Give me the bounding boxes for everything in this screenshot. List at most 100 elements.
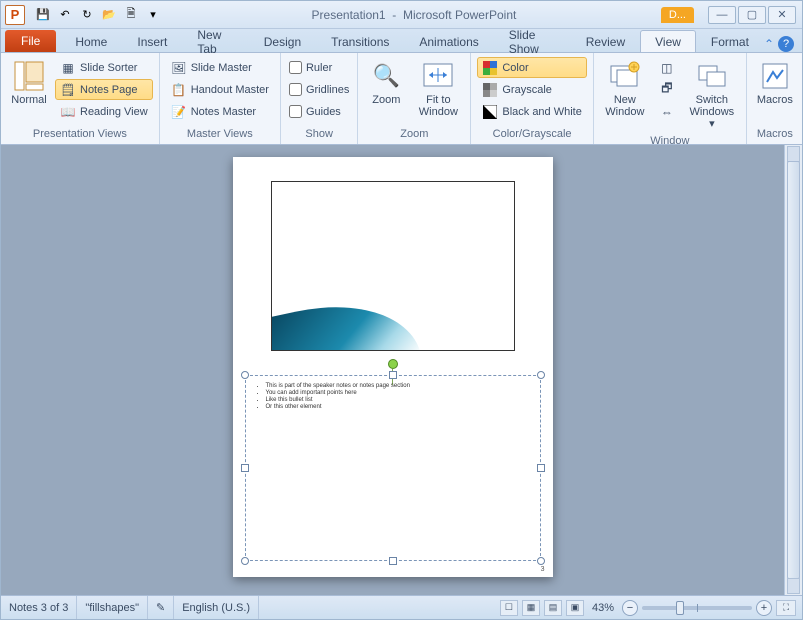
reading-view-button[interactable]: 📖 Reading View [55, 101, 153, 122]
open-file-icon[interactable]: 📂 [99, 5, 119, 25]
sorter-view-shortcut[interactable]: ▦ [522, 600, 540, 616]
tab-transitions[interactable]: Transitions [316, 30, 404, 52]
tab-design[interactable]: Design [249, 30, 316, 52]
move-split-button[interactable]: ⇔ [654, 101, 680, 122]
handout-master-button[interactable]: 📋 Handout Master [166, 79, 274, 100]
arrange-all-button[interactable]: ◫ [654, 57, 680, 78]
gridlines-label: Gridlines [306, 84, 349, 96]
ruler-checkbox[interactable]: Ruler [287, 57, 351, 78]
grayscale-button[interactable]: Grayscale [477, 79, 586, 100]
switch-windows-button[interactable]: Switch Windows ▾ [684, 57, 740, 133]
slide-sorter-icon: ▦ [60, 60, 76, 76]
work-area: This is part of the speaker notes or not… [1, 145, 802, 595]
macros-button[interactable]: Macros [753, 57, 797, 126]
group-label-macros: Macros [753, 126, 797, 140]
notes-page-icon: 🗒 [60, 82, 76, 98]
contextual-tool-tab[interactable]: D... [661, 7, 694, 23]
ruler-label: Ruler [306, 62, 332, 74]
zoom-in-button[interactable]: + [756, 600, 772, 616]
black-white-button[interactable]: Black and White [477, 101, 586, 122]
notes-master-button[interactable]: 📝 Notes Master [166, 101, 274, 122]
zoom-percent[interactable]: 43% [592, 602, 614, 614]
handout-master-label: Handout Master [191, 84, 269, 96]
group-label-presentation-views: Presentation Views [7, 126, 153, 140]
help-icon[interactable]: ? [778, 36, 794, 52]
fit-to-window-shortcut[interactable]: ⛶ [776, 600, 796, 616]
guides-checkbox[interactable]: Guides [287, 101, 351, 122]
tab-home[interactable]: Home [60, 30, 122, 52]
zoom-out-button[interactable]: − [622, 600, 638, 616]
zoom-button[interactable]: 🔍 Zoom [364, 57, 408, 126]
fit-to-window-button[interactable]: Fit to Window [412, 57, 464, 126]
notes-bullet: Like this bullet list [266, 397, 530, 403]
handout-master-icon: 📋 [171, 82, 187, 98]
qat-customize-icon[interactable]: ▾ [143, 5, 163, 25]
new-window-label: New Window [605, 94, 644, 118]
new-window-icon [609, 60, 641, 92]
slideshow-shortcut[interactable]: ▣ [566, 600, 584, 616]
document-name: Presentation1 [312, 8, 386, 22]
status-slide-counter[interactable]: Notes 3 of 3 [1, 596, 77, 619]
notes-page-button[interactable]: 🗒 Notes Page [55, 79, 153, 100]
slide-master-label: Slide Master [191, 62, 252, 74]
notes-text-placeholder[interactable]: This is part of the speaker notes or not… [245, 375, 541, 561]
slide-sorter-button[interactable]: ▦ Slide Sorter [55, 57, 153, 78]
reading-view-shortcut[interactable]: ▤ [544, 600, 562, 616]
slide-sorter-label: Slide Sorter [80, 62, 137, 74]
minimize-ribbon-icon[interactable]: ⌃ [764, 37, 774, 51]
zoom-slider[interactable] [642, 606, 752, 610]
status-bar: Notes 3 of 3 "fillshapes" ✎ English (U.S… [1, 595, 802, 619]
minimize-button[interactable]: — [708, 6, 736, 24]
tab-animations[interactable]: Animations [404, 30, 493, 52]
zoom-icon: 🔍 [370, 60, 402, 92]
notes-master-label: Notes Master [191, 106, 256, 118]
status-spellcheck[interactable]: ✎ [148, 596, 174, 619]
ribbon-tabs: File Home Insert New Tab Design Transiti… [1, 29, 802, 53]
group-master-views: 🖼 Slide Master 📋 Handout Master 📝 Notes … [160, 53, 281, 144]
color-icon [482, 60, 498, 76]
notes-page-label: Notes Page [80, 84, 137, 96]
quick-print-icon[interactable]: 🗎 [121, 5, 141, 25]
file-tab[interactable]: File [5, 30, 56, 52]
tab-slide-show[interactable]: Slide Show [494, 30, 571, 52]
save-icon[interactable]: 💾 [33, 5, 53, 25]
group-color-grayscale: Color Grayscale Black and White [471, 53, 593, 144]
notes-page[interactable]: This is part of the speaker notes or not… [233, 157, 553, 577]
tab-review[interactable]: Review [571, 30, 640, 52]
macros-label: Macros [757, 94, 793, 106]
normal-view-button[interactable]: Normal [7, 57, 51, 126]
close-button[interactable]: ✕ [768, 6, 796, 24]
notes-text[interactable]: This is part of the speaker notes or not… [246, 376, 540, 417]
black-white-icon [482, 104, 498, 120]
normal-view-label: Normal [11, 94, 46, 106]
arrange-all-icon: ◫ [659, 60, 675, 76]
tab-view[interactable]: View [640, 30, 696, 52]
tab-format[interactable]: Format [696, 30, 764, 52]
notes-bullet: You can add important points here [266, 390, 530, 396]
window-buttons: — ▢ ✕ [702, 6, 802, 24]
tab-new-tab[interactable]: New Tab [182, 30, 248, 52]
zoom-label: Zoom [372, 94, 400, 106]
undo-icon[interactable]: ↶ [55, 5, 75, 25]
status-language[interactable]: English (U.S.) [174, 596, 259, 619]
group-macros: Macros Macros [747, 53, 803, 144]
normal-view-shortcut[interactable]: ☐ [500, 600, 518, 616]
vertical-scrollbar[interactable] [784, 145, 802, 595]
slide-thumbnail[interactable] [271, 181, 515, 351]
title-bar: P 💾 ↶ ↻ 📂 🗎 ▾ Presentation1 - Microsoft … [1, 1, 802, 29]
maximize-button[interactable]: ▢ [738, 6, 766, 24]
canvas[interactable]: This is part of the speaker notes or not… [1, 145, 784, 595]
redo-icon[interactable]: ↻ [77, 5, 97, 25]
color-button[interactable]: Color [477, 57, 586, 78]
slide-master-button[interactable]: 🖼 Slide Master [166, 57, 274, 78]
switch-windows-icon [696, 60, 728, 92]
fit-to-window-label: Fit to Window [419, 94, 458, 118]
reading-view-label: Reading View [80, 106, 148, 118]
status-theme[interactable]: "fillshapes" [77, 596, 148, 619]
group-presentation-views: Normal ▦ Slide Sorter 🗒 Notes Page 📖 Rea… [1, 53, 160, 144]
gridlines-checkbox[interactable]: Gridlines [287, 79, 351, 100]
new-window-button[interactable]: New Window [600, 57, 650, 133]
group-label-zoom: Zoom [364, 126, 464, 140]
tab-insert[interactable]: Insert [122, 30, 182, 52]
cascade-button[interactable]: 🗗 [654, 79, 680, 100]
